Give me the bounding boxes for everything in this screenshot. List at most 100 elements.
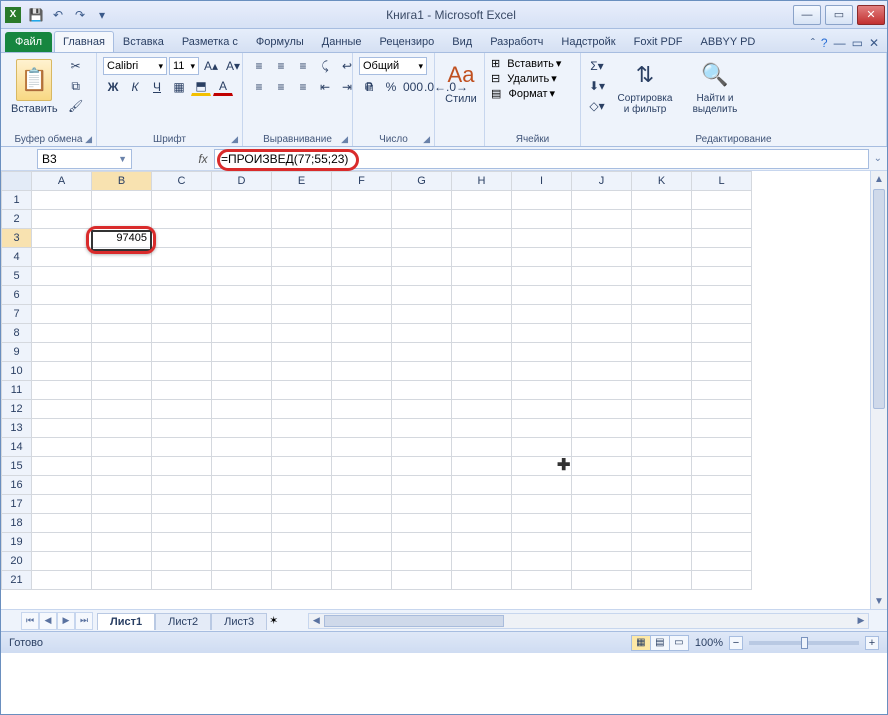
zoom-in-button[interactable]: + — [865, 636, 879, 650]
cell-J11[interactable] — [572, 381, 632, 400]
cell-A1[interactable] — [32, 191, 92, 210]
zoom-out-button[interactable]: − — [729, 636, 743, 650]
cell-K8[interactable] — [632, 324, 692, 343]
fill-icon[interactable]: ⬇▾ — [587, 77, 607, 95]
cell-L18[interactable] — [692, 514, 752, 533]
underline-button[interactable]: Ч — [147, 78, 167, 96]
cell-E15[interactable] — [272, 457, 332, 476]
cell-C7[interactable] — [152, 305, 212, 324]
cell-E13[interactable] — [272, 419, 332, 438]
cell-J18[interactable] — [572, 514, 632, 533]
cell-H17[interactable] — [452, 495, 512, 514]
cell-C13[interactable] — [152, 419, 212, 438]
row-header-8[interactable]: 8 — [2, 324, 32, 343]
cell-J7[interactable] — [572, 305, 632, 324]
cell-I15[interactable] — [512, 457, 572, 476]
col-header-F[interactable]: F — [332, 172, 392, 191]
cell-B16[interactable] — [92, 476, 152, 495]
cell-E21[interactable] — [272, 571, 332, 590]
cell-H10[interactable] — [452, 362, 512, 381]
cell-E7[interactable] — [272, 305, 332, 324]
cell-J20[interactable] — [572, 552, 632, 571]
cell-B10[interactable] — [92, 362, 152, 381]
row-header-9[interactable]: 9 — [2, 343, 32, 362]
scroll-left-icon[interactable]: ◀ — [309, 614, 323, 628]
ribbon-tab-0[interactable]: Главная — [54, 31, 114, 52]
cell-K13[interactable] — [632, 419, 692, 438]
border-icon[interactable]: ▦ — [169, 78, 189, 96]
cell-D19[interactable] — [212, 533, 272, 552]
cell-I18[interactable] — [512, 514, 572, 533]
cell-E20[interactable] — [272, 552, 332, 571]
align-top-icon[interactable]: ≡ — [249, 57, 269, 75]
cell-B21[interactable] — [92, 571, 152, 590]
cell-B4[interactable] — [92, 248, 152, 267]
zoom-thumb[interactable] — [801, 637, 808, 649]
cell-C3[interactable] — [152, 229, 212, 248]
dialog-launcher-icon[interactable]: ◢ — [231, 134, 238, 145]
scroll-right-icon[interactable]: ▶ — [854, 614, 868, 628]
paste-button[interactable]: 📋 Вставить — [7, 57, 62, 117]
cell-F20[interactable] — [332, 552, 392, 571]
ribbon-tab-8[interactable]: Надстройк — [552, 31, 624, 52]
cell-D21[interactable] — [212, 571, 272, 590]
cell-B11[interactable] — [92, 381, 152, 400]
cell-I8[interactable] — [512, 324, 572, 343]
cell-E4[interactable] — [272, 248, 332, 267]
align-left-icon[interactable]: ≡ — [249, 78, 269, 96]
ribbon-tab-7[interactable]: Разработч — [481, 31, 552, 52]
cell-C4[interactable] — [152, 248, 212, 267]
cell-B14[interactable] — [92, 438, 152, 457]
cell-C2[interactable] — [152, 210, 212, 229]
cell-K19[interactable] — [632, 533, 692, 552]
cell-D20[interactable] — [212, 552, 272, 571]
cell-G12[interactable] — [392, 400, 452, 419]
cell-D2[interactable] — [212, 210, 272, 229]
cell-A17[interactable] — [32, 495, 92, 514]
font-size-selector[interactable]: 11▾ — [169, 57, 199, 75]
shrink-font-icon[interactable]: A▾ — [223, 57, 243, 75]
cell-A5[interactable] — [32, 267, 92, 286]
cell-J17[interactable] — [572, 495, 632, 514]
align-center-icon[interactable]: ≡ — [271, 78, 291, 96]
cell-K1[interactable] — [632, 191, 692, 210]
cell-H2[interactable] — [452, 210, 512, 229]
cell-C20[interactable] — [152, 552, 212, 571]
cell-A21[interactable] — [32, 571, 92, 590]
insert-cells-button[interactable]: ⊞ Вставить▾ — [491, 57, 561, 70]
cell-D8[interactable] — [212, 324, 272, 343]
cell-K20[interactable] — [632, 552, 692, 571]
cell-I13[interactable] — [512, 419, 572, 438]
cell-A3[interactable] — [32, 229, 92, 248]
percent-icon[interactable]: % — [381, 78, 401, 96]
cell-F18[interactable] — [332, 514, 392, 533]
cell-L7[interactable] — [692, 305, 752, 324]
cell-G8[interactable] — [392, 324, 452, 343]
cell-L21[interactable] — [692, 571, 752, 590]
cell-F16[interactable] — [332, 476, 392, 495]
cell-D13[interactable] — [212, 419, 272, 438]
row-header-17[interactable]: 17 — [2, 495, 32, 514]
redo-icon[interactable]: ↷ — [71, 6, 89, 24]
cell-H1[interactable] — [452, 191, 512, 210]
cell-K15[interactable] — [632, 457, 692, 476]
cell-H9[interactable] — [452, 343, 512, 362]
cell-I16[interactable] — [512, 476, 572, 495]
row-header-1[interactable]: 1 — [2, 191, 32, 210]
cell-F7[interactable] — [332, 305, 392, 324]
cell-E18[interactable] — [272, 514, 332, 533]
cell-D1[interactable] — [212, 191, 272, 210]
cell-C18[interactable] — [152, 514, 212, 533]
col-header-H[interactable]: H — [452, 172, 512, 191]
row-header-10[interactable]: 10 — [2, 362, 32, 381]
cell-F12[interactable] — [332, 400, 392, 419]
col-header-L[interactable]: L — [692, 172, 752, 191]
cell-D4[interactable] — [212, 248, 272, 267]
cell-G20[interactable] — [392, 552, 452, 571]
cell-L1[interactable] — [692, 191, 752, 210]
cell-H19[interactable] — [452, 533, 512, 552]
autosum-icon[interactable]: Σ▾ — [587, 57, 607, 75]
cell-G6[interactable] — [392, 286, 452, 305]
col-header-I[interactable]: I — [512, 172, 572, 191]
cell-F4[interactable] — [332, 248, 392, 267]
